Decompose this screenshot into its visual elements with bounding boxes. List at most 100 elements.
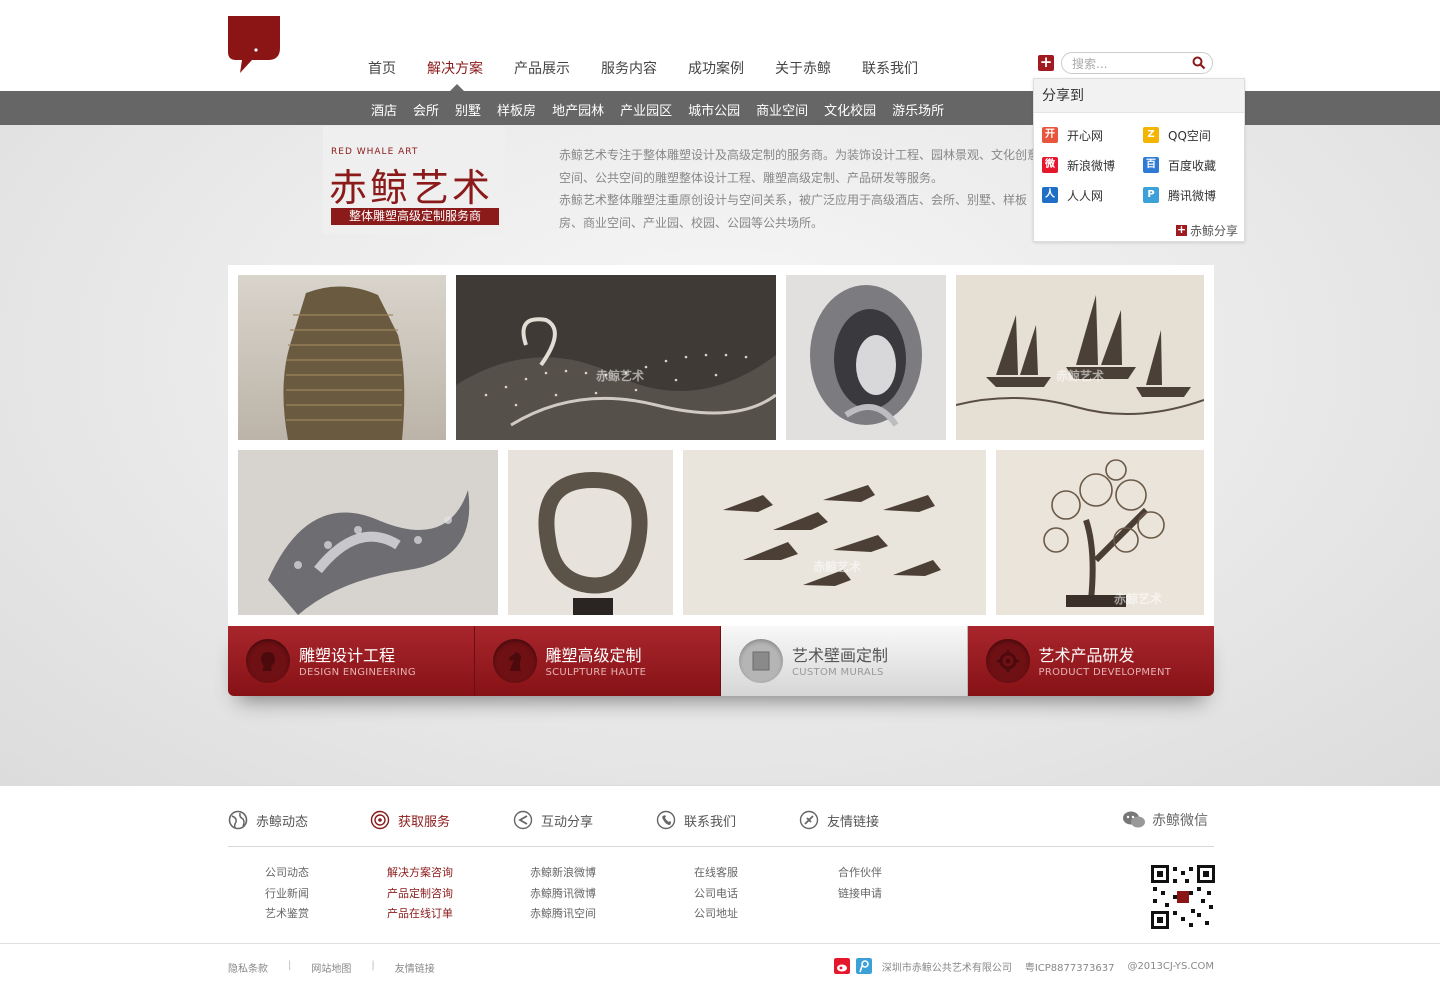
footer-links-services: 解决方案咨询 产品定制咨询 产品在线订单 [387, 863, 453, 925]
share-qzone[interactable]: Z QQ空间 [1143, 127, 1238, 143]
subnav-item-campus[interactable]: 文化校园 [824, 100, 876, 119]
subnav-item-club[interactable]: 会所 [413, 100, 439, 119]
footer-heading-label: 互动分享 [541, 814, 594, 830]
plus-icon: + [1175, 223, 1187, 236]
service-subtitle: CUSTOM MURALS [792, 667, 884, 678]
service-subtitle: SCULPTURE HAUTE [545, 667, 647, 678]
gallery-image-spiral-tree[interactable]: 赤鲸艺术 [996, 450, 1204, 615]
friend-links-link[interactable]: 友情链接 [395, 960, 435, 975]
footer-link[interactable]: 行业新闻 [265, 884, 309, 905]
footer-link[interactable]: 公司电话 [694, 884, 738, 905]
brand-chinese-name: 赤鲸艺术 [329, 166, 494, 210]
logo-icon[interactable] [228, 16, 280, 74]
service-design-engineering[interactable]: 雕塑设计工程 DESIGN ENGINEERING [228, 626, 475, 696]
company-intro: 赤鲸艺术专注于整体雕塑设计及高级定制的服务商。为装饰设计工程、园林景观、文化创意… [559, 144, 1039, 234]
brand-english-name: RED WHALE ART [331, 147, 419, 157]
wechat-icon [1123, 811, 1145, 828]
footer-link[interactable]: 艺术鉴赏 [265, 904, 309, 925]
gallery-watermark: 赤鲸艺术 [1114, 592, 1163, 606]
renren-icon: 人 [1042, 187, 1058, 203]
subnav-item-industrial-park[interactable]: 产业园区 [620, 100, 672, 119]
share-kaixin[interactable]: 开 开心网 [1042, 127, 1143, 143]
tencent-weibo-icon: P [1143, 187, 1159, 203]
wechat-qr-code [1151, 865, 1215, 929]
sculpture-gallery: 赤鲸艺术 赤鲸艺术 赤鲸艺术 赤鲸艺术 [228, 265, 1214, 626]
subnav-item-amusement[interactable]: 游乐场所 [892, 100, 944, 119]
share-renren[interactable]: 人 人人网 [1042, 187, 1143, 203]
footer-link[interactable]: 链接申请 [838, 884, 882, 905]
share-more-link[interactable]: + 赤鲸分享 [1175, 222, 1238, 239]
service-product-development[interactable]: 艺术产品研发 PRODUCT DEVELOPMENT [967, 626, 1214, 696]
subnav-item-showroom[interactable]: 样板房 [497, 100, 536, 119]
qzone-icon: Z [1143, 127, 1159, 143]
weibo-icon[interactable] [833, 958, 850, 974]
privacy-link[interactable]: 隐私条款 [228, 960, 268, 975]
footer-link[interactable]: 公司动态 [265, 863, 309, 884]
company-name: 深圳市赤鲸公共艺术有限公司 [881, 962, 1012, 974]
footer-link[interactable]: 产品定制咨询 [387, 884, 453, 905]
intro-paragraph-1: 赤鲸艺术专注于整体雕塑设计及高级定制的服务商。为装饰设计工程、园林景观、文化创意… [559, 148, 1040, 185]
footer-heading-contact[interactable]: 联系我们 [656, 810, 736, 830]
nav-cases[interactable]: 成功案例 [688, 58, 744, 78]
nav-about[interactable]: 关于赤鲸 [775, 58, 831, 78]
service-subtitle: PRODUCT DEVELOPMENT [1038, 667, 1172, 678]
gallery-image-wave-mural[interactable]: 赤鲸艺术 [456, 275, 776, 440]
main-nav: 首页 解决方案 产品展示 服务内容 成功案例 关于赤鲸 联系我们 [368, 58, 949, 78]
service-sculpture-haute[interactable]: 雕塑高级定制 SCULPTURE HAUTE [474, 626, 721, 696]
nav-products[interactable]: 产品展示 [514, 58, 570, 78]
nav-contact[interactable]: 联系我们 [862, 58, 918, 78]
footer-links-share: 赤鲸新浪微博 赤鲸腾讯微博 赤鲸腾讯空间 [530, 863, 596, 925]
footer-link[interactable]: 解决方案咨询 [387, 863, 453, 884]
footer-link[interactable]: 公司地址 [694, 904, 738, 925]
share-popup-title: 分享到 [1034, 79, 1244, 113]
search-icon[interactable] [1192, 56, 1206, 70]
subnav-item-commercial[interactable]: 商业空间 [756, 100, 808, 119]
search-input[interactable] [1072, 55, 1184, 72]
service-title: 雕塑设计工程 [299, 646, 396, 665]
footer-copyright: 深圳市赤鲸公共艺术有限公司 粤ICP8877373637 @2013CJ-YS.… [833, 958, 1214, 974]
gallery-image-torso[interactable] [238, 275, 446, 440]
footer-link[interactable]: 赤鲸腾讯微博 [530, 884, 596, 905]
share-weibo[interactable]: 微 新浪微博 [1042, 157, 1143, 173]
footer-link[interactable]: 赤鲸新浪微博 [530, 863, 596, 884]
share-tencent-weibo[interactable]: P 腾讯微博 [1143, 187, 1238, 203]
service-tabs: 雕塑设计工程 DESIGN ENGINEERING 雕塑高级定制 SCULPTU… [228, 626, 1214, 696]
footer-heading-links[interactable]: 友情链接 [799, 810, 879, 830]
separator: | [288, 960, 292, 971]
link-icon [799, 810, 819, 830]
footer-heading-label: 友情链接 [827, 814, 880, 830]
footer-heading-news[interactable]: 赤鲸动态 [228, 810, 308, 830]
subnav-item-hotel[interactable]: 酒店 [371, 100, 397, 119]
icp-number: 粤ICP8877373637 [1024, 962, 1115, 974]
sitemap-link[interactable]: 网站地图 [311, 960, 351, 975]
footer-heading-services[interactable]: 获取服务 [370, 810, 450, 830]
subnav-item-city-park[interactable]: 城市公园 [688, 100, 740, 119]
nav-services[interactable]: 服务内容 [601, 58, 657, 78]
footer-link[interactable]: 产品在线订单 [387, 904, 453, 925]
share-plus-button[interactable]: + [1038, 55, 1054, 71]
gallery-image-mobius[interactable] [238, 450, 498, 615]
separator: | [371, 960, 375, 971]
gallery-image-bird-mural[interactable]: 赤鲸艺术 [683, 450, 986, 615]
nav-home[interactable]: 首页 [368, 58, 396, 78]
nav-solutions[interactable]: 解决方案 [427, 58, 483, 78]
tencent-weibo-icon[interactable] [855, 958, 872, 974]
gallery-image-steel-ring[interactable] [786, 275, 946, 440]
gallery-image-sailboats[interactable]: 赤鲸艺术 [956, 275, 1204, 440]
site-footer: 赤鲸动态 获取服务 互动分享 联系我们 友情链接 赤鲸微信 公司动态 行业新闻 … [0, 785, 1440, 992]
baidu-icon: 百 [1143, 157, 1159, 173]
search-box [1061, 52, 1213, 74]
footer-link[interactable]: 合作伙伴 [838, 863, 882, 884]
footer-links-news: 公司动态 行业新闻 艺术鉴赏 [265, 863, 309, 925]
subnav-item-villa[interactable]: 别墅 [455, 100, 481, 119]
service-custom-murals[interactable]: 艺术壁画定制 CUSTOM MURALS [721, 626, 968, 696]
footer-heading-share[interactable]: 互动分享 [513, 810, 593, 830]
footer-wechat[interactable]: 赤鲸微信 [1122, 810, 1208, 830]
share-baidu[interactable]: 百 百度收藏 [1143, 157, 1238, 173]
footer-link[interactable]: 在线客服 [694, 863, 738, 884]
share-baidu-label: 百度收藏 [1168, 158, 1217, 173]
gallery-image-loop[interactable] [508, 450, 673, 615]
subnav-item-real-estate[interactable]: 地产园林 [552, 100, 604, 119]
globe-icon [228, 810, 248, 830]
footer-link[interactable]: 赤鲸腾讯空间 [530, 904, 596, 925]
